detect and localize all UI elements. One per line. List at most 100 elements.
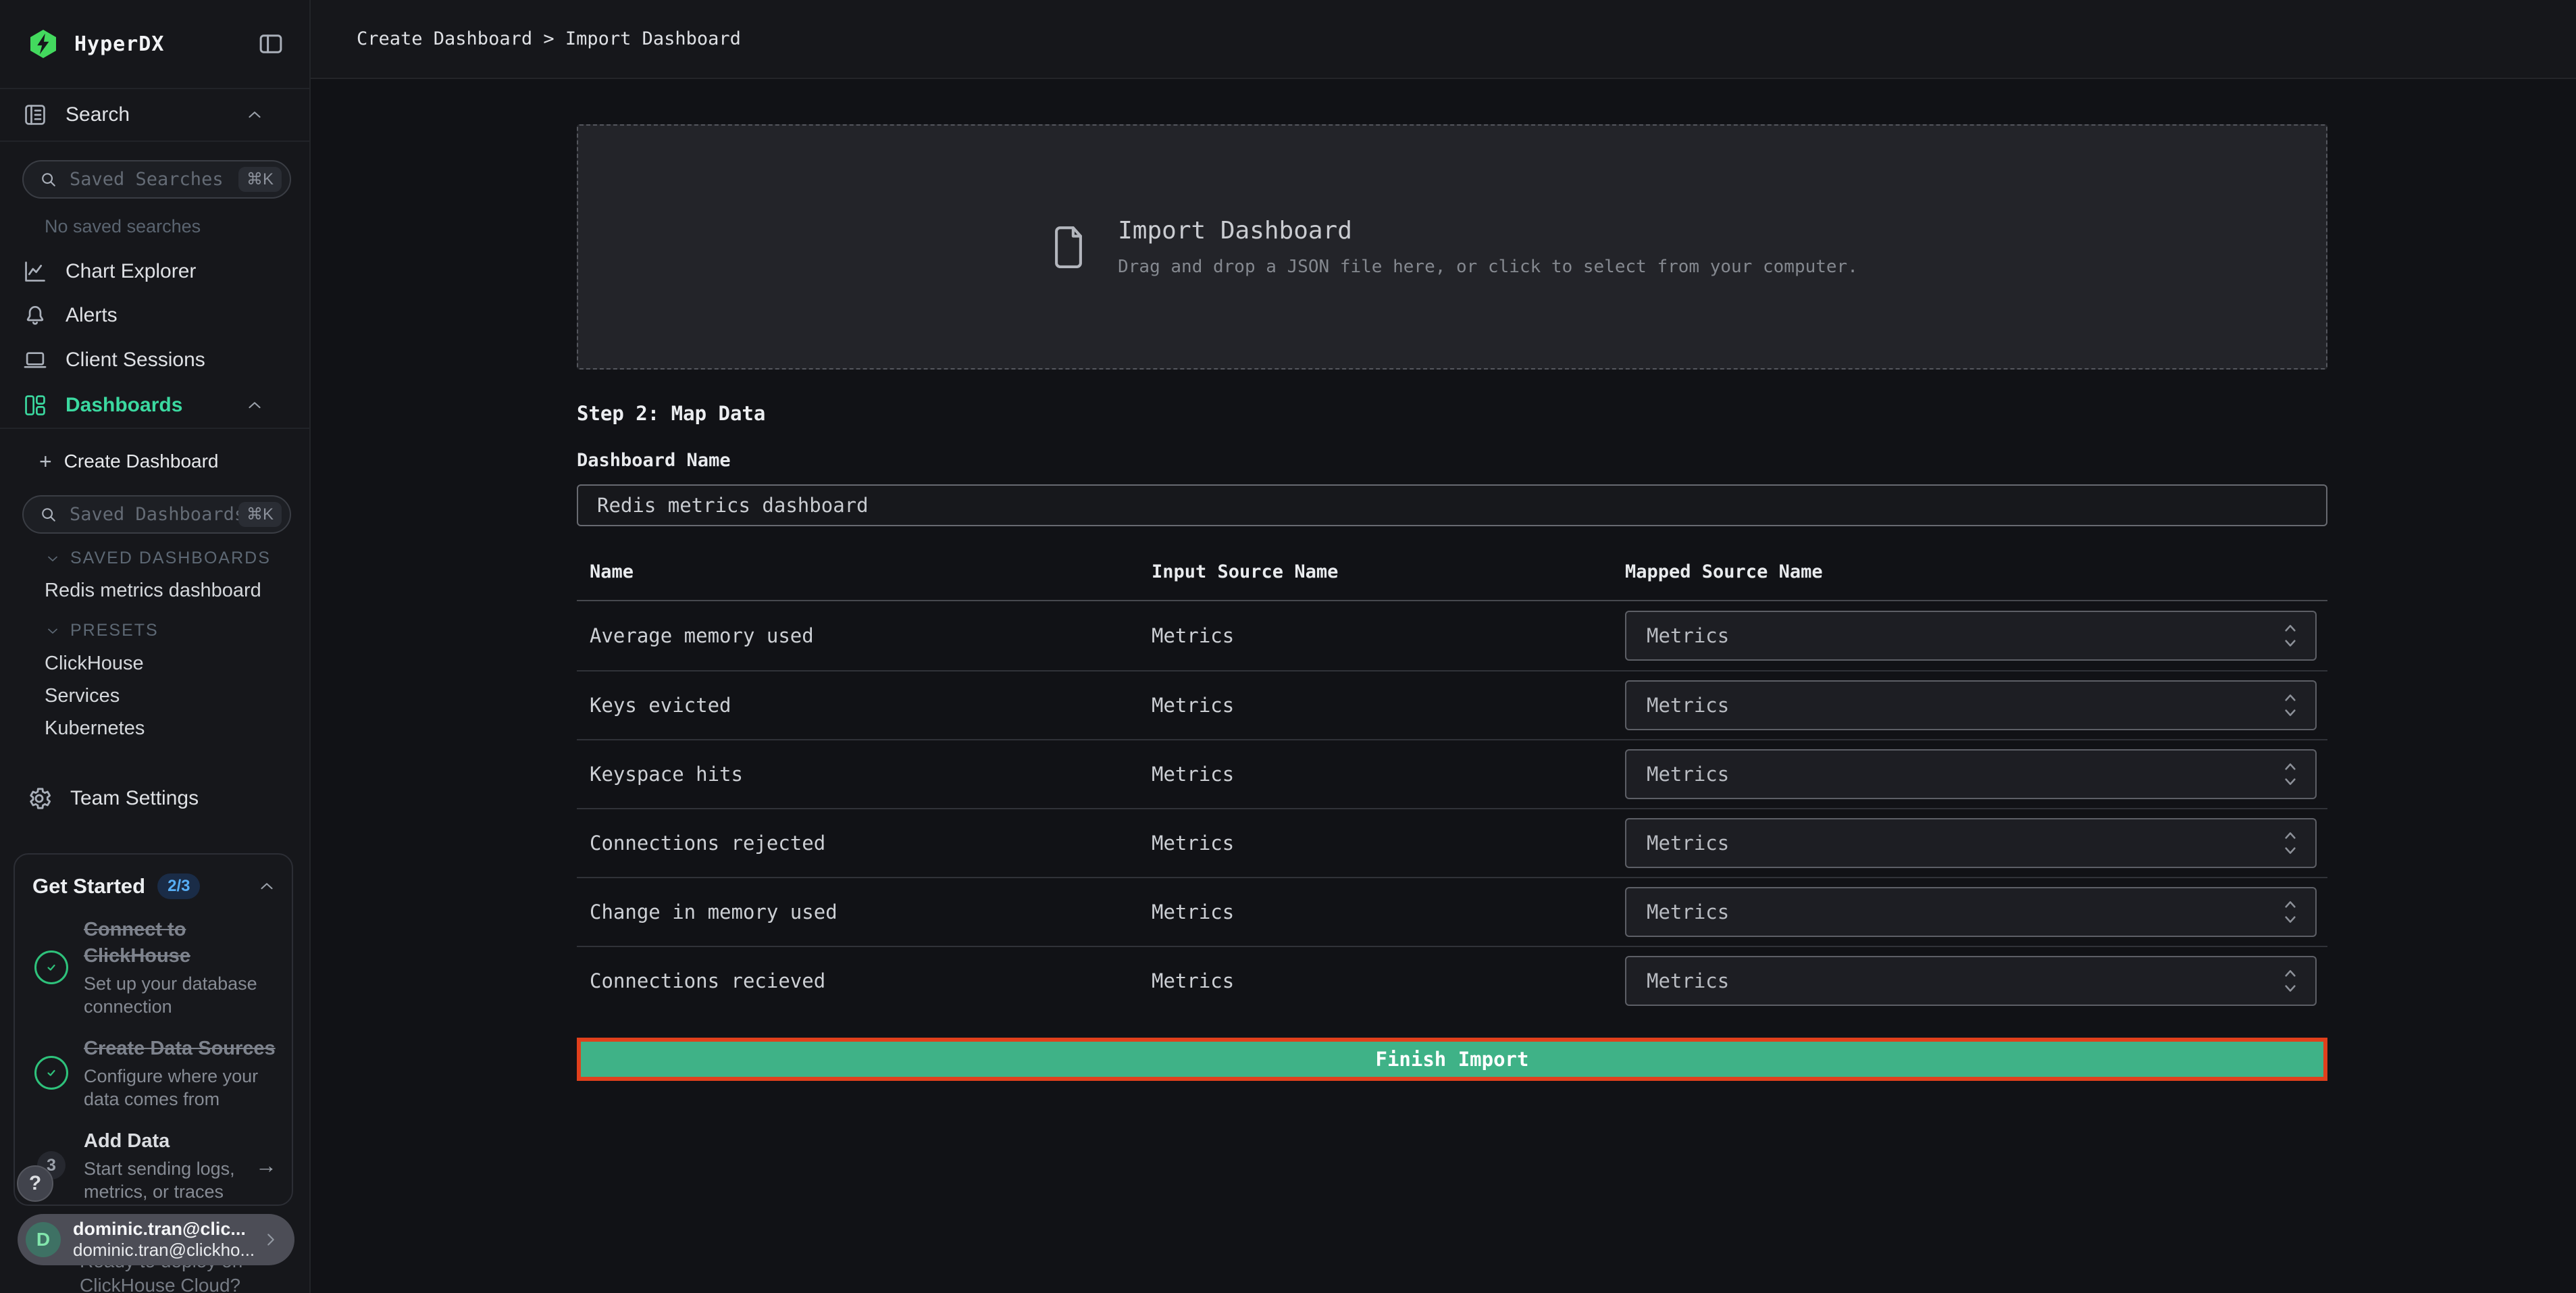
table-row: Keys evicted Metrics Metrics (577, 670, 2327, 739)
nav-label: Dashboards (66, 394, 182, 417)
mapped-source-value: Metrics (1647, 763, 1729, 786)
sidebar-item-alerts[interactable]: Alerts (0, 293, 309, 338)
mapping-table: Name Input Source Name Mapped Source Nam… (577, 552, 2327, 1015)
mapping-table-rows: Average memory used Metrics Metrics Keys… (577, 601, 2327, 1015)
select-chevrons-icon (2282, 896, 2299, 928)
sidebar-item-team-settings[interactable]: Team Settings (0, 776, 309, 821)
search-icon (38, 505, 59, 525)
saved-searches-input[interactable] (70, 169, 238, 190)
task-description: Set up your database connection (84, 972, 277, 1018)
sidebar-item-redis-dashboard[interactable]: Redis metrics dashboard (45, 580, 261, 602)
get-started-item-add-data[interactable]: 3 Add Data Start sending logs, metrics, … (32, 1128, 277, 1203)
row-name: Connections rejected (590, 832, 1152, 855)
step-heading: Step 2: Map Data (577, 402, 2327, 425)
task-title: Create Data Sources (84, 1038, 276, 1059)
chevron-up-icon[interactable] (244, 395, 265, 415)
logo-row: HyperDX (0, 0, 309, 89)
brand-name: HyperDX (74, 32, 164, 56)
gear-icon (26, 785, 53, 812)
avatar: D (26, 1222, 61, 1257)
check-circle-icon (34, 950, 68, 984)
nav-label: Client Sessions (66, 349, 205, 372)
sidebar-item-chart-explorer[interactable]: Chart Explorer (0, 249, 309, 294)
progress-badge: 2/3 (157, 873, 200, 899)
user-account-button[interactable]: D dominic.tran@clic... dominic.tran@clic… (18, 1214, 294, 1265)
select-chevrons-icon (2282, 690, 2299, 721)
sidebar-item-dashboards[interactable]: Dashboards (0, 383, 309, 428)
get-started-item-data-sources[interactable]: Create Data Sources Configure where your… (32, 1036, 277, 1111)
laptop-icon (22, 347, 48, 373)
row-input-source: Metrics (1152, 901, 1625, 923)
sidebar-item-preset-kubernetes[interactable]: Kubernetes (45, 717, 145, 740)
json-file-dropzone[interactable]: Import Dashboard Drag and drop a JSON fi… (577, 124, 2327, 370)
help-button[interactable]: ? (17, 1165, 53, 1202)
plus-icon: + (39, 449, 52, 474)
row-name: Average memory used (590, 624, 1152, 647)
row-input-source: Metrics (1152, 763, 1625, 786)
import-dashboard-page: Import Dashboard Drag and drop a JSON fi… (311, 79, 2576, 1293)
row-input-source: Metrics (1152, 694, 1625, 717)
mapped-source-select[interactable]: Metrics (1625, 956, 2317, 1006)
mapped-source-select[interactable]: Metrics (1625, 887, 2317, 937)
app-root: HyperDX Search ⌘K No saved sea (0, 0, 2576, 1293)
chevron-right-icon (261, 1229, 281, 1250)
brand[interactable]: HyperDX (27, 27, 164, 61)
table-row: Connections recieved Metrics Metrics (577, 946, 2327, 1015)
sidebar-divider (0, 428, 309, 429)
table-row: Change in memory used Metrics Metrics (577, 877, 2327, 946)
topbar: Create Dashboard > Import Dashboard (311, 0, 2576, 79)
sidebar-item-preset-clickhouse[interactable]: ClickHouse (45, 653, 144, 675)
select-chevrons-icon (2282, 828, 2299, 859)
dashboard-name-input[interactable] (577, 484, 2327, 526)
saved-dashboards-input[interactable] (70, 504, 238, 525)
saved-dashboards-searchbox[interactable]: ⌘K (22, 495, 291, 534)
mapped-source-value: Metrics (1647, 901, 1729, 923)
task-description: Configure where your data comes from (84, 1065, 277, 1111)
presets-section-header[interactable]: PRESETS (45, 621, 159, 640)
get-started-item-connect[interactable]: Connect to ClickHouse Set up your databa… (32, 917, 277, 1018)
sidebar-collapse-icon (257, 30, 285, 58)
mapping-table-header: Name Input Source Name Mapped Source Nam… (577, 552, 2327, 601)
table-row: Keyspace hits Metrics Metrics (577, 739, 2327, 808)
shortcut-badge: ⌘K (238, 502, 282, 527)
task-title: Connect to ClickHouse (84, 919, 190, 967)
saved-searches-searchbox[interactable]: ⌘K (22, 160, 291, 199)
column-header-input-source: Input Source Name (1152, 561, 1625, 582)
journal-search-icon (22, 102, 48, 128)
mapped-source-value: Metrics (1647, 832, 1729, 855)
row-name: Keys evicted (590, 694, 1152, 717)
get-started-card: Get Started 2/3 Connect to ClickHouse Se… (14, 853, 293, 1206)
dashboards-icon (22, 392, 48, 418)
main-area: Create Dashboard > Import Dashboard Impo… (311, 0, 2576, 1293)
dashboard-name-label: Dashboard Name (577, 450, 2327, 471)
get-started-title: Get Started (32, 874, 145, 898)
table-row: Connections rejected Metrics Metrics (577, 808, 2327, 877)
arrow-right-icon: → (255, 1153, 277, 1178)
mapped-source-select[interactable]: Metrics (1625, 680, 2317, 730)
chevron-up-icon[interactable] (244, 105, 265, 125)
section-header-label: PRESETS (70, 621, 159, 640)
finish-import-button[interactable]: Finish Import (577, 1038, 2327, 1081)
sidebar-item-client-sessions[interactable]: Client Sessions (0, 338, 309, 382)
mapped-source-select[interactable]: Metrics (1625, 611, 2317, 661)
get-started-header[interactable]: Get Started 2/3 (32, 873, 277, 899)
row-input-source: Metrics (1152, 832, 1625, 855)
dropzone-subtitle: Drag and drop a JSON file here, or click… (1118, 257, 1858, 277)
select-chevrons-icon (2282, 759, 2299, 790)
row-name: Change in memory used (590, 901, 1152, 923)
chevron-down-icon (45, 623, 61, 639)
create-dashboard-button[interactable]: + Create Dashboard (0, 439, 309, 484)
search-icon (38, 170, 59, 190)
mapped-source-select[interactable]: Metrics (1625, 818, 2317, 868)
section-header-label: SAVED DASHBOARDS (70, 549, 271, 568)
saved-dashboards-section-header[interactable]: SAVED DASHBOARDS (45, 549, 271, 568)
select-chevrons-icon (2282, 620, 2299, 651)
sidebar-collapse-button[interactable] (257, 30, 285, 58)
task-description: Start sending logs, metrics, or traces (84, 1157, 251, 1203)
column-header-name: Name (590, 561, 1152, 582)
create-dashboard-label: Create Dashboard (64, 451, 219, 472)
sidebar-item-search[interactable]: Search (0, 89, 309, 142)
chevron-up-icon[interactable] (257, 876, 277, 896)
sidebar-item-preset-services[interactable]: Services (45, 685, 120, 707)
mapped-source-select[interactable]: Metrics (1625, 749, 2317, 799)
